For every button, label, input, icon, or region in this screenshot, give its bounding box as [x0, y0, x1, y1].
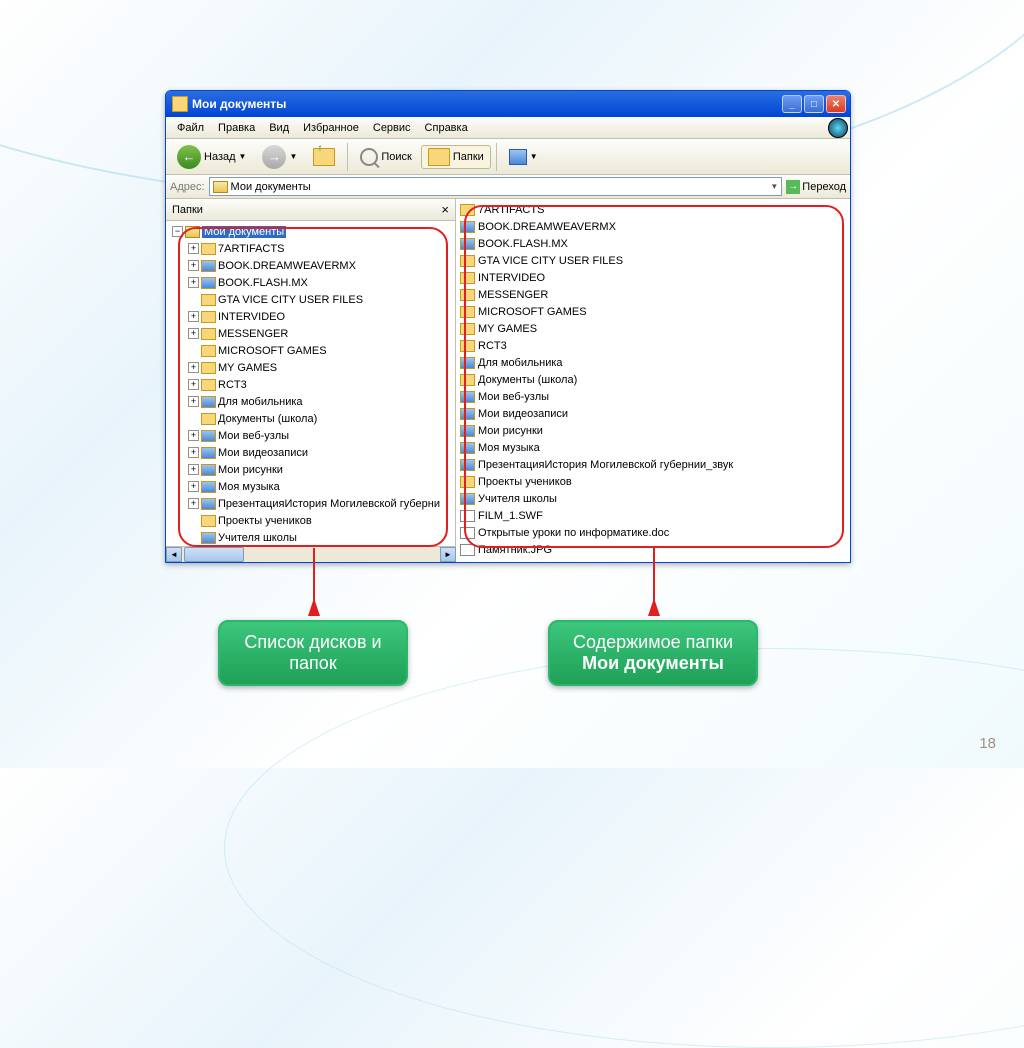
callout-right: Содержимое папки Мои документы — [548, 620, 758, 686]
dropdown-icon: ▼ — [530, 152, 538, 161]
separator — [496, 143, 497, 171]
callout-text: папок — [238, 653, 388, 674]
pane-header: Папки × — [166, 199, 455, 221]
folders-label: Папки — [453, 151, 484, 163]
menu-tools[interactable]: Сервис — [366, 119, 418, 137]
folder-icon — [428, 148, 450, 166]
menu-edit[interactable]: Правка — [211, 119, 262, 137]
horizontal-scrollbar[interactable]: ◄ ► — [166, 546, 456, 562]
annotation-border-left — [178, 227, 448, 547]
search-icon — [360, 148, 378, 166]
back-label: Назад — [204, 151, 236, 163]
addressbar: Адрес: Мои документы ▼ → Переход — [166, 175, 850, 199]
address-label: Адрес: — [170, 181, 205, 193]
toolbar: ← Назад ▼ → ▼ ↑ Поиск Папки ▼ — [166, 139, 850, 175]
minimize-button[interactable]: _ — [782, 95, 802, 113]
address-value: Мои документы — [231, 181, 311, 193]
decorative-curve — [224, 648, 1024, 1048]
views-button[interactable]: ▼ — [502, 146, 545, 168]
menu-help[interactable]: Справка — [418, 119, 475, 137]
go-button[interactable]: → Переход — [786, 180, 846, 194]
pane-close-button[interactable]: × — [441, 202, 449, 217]
maximize-button[interactable]: □ — [804, 95, 824, 113]
close-button[interactable]: ✕ — [826, 95, 846, 113]
menu-favorites[interactable]: Избранное — [296, 119, 366, 137]
back-arrow-icon: ← — [177, 145, 201, 169]
address-input[interactable]: Мои документы ▼ — [209, 177, 783, 196]
throbber-icon — [828, 118, 848, 138]
annotation-arrow-icon — [308, 598, 320, 616]
window-title: Мои документы — [192, 97, 286, 111]
callout-text: Содержимое папки — [568, 632, 738, 653]
callout-text: Мои документы — [568, 653, 738, 674]
dropdown-icon: ▼ — [239, 152, 247, 161]
page-number: 18 — [979, 735, 996, 752]
annotation-arrow-line — [313, 548, 315, 604]
menubar: Файл Правка Вид Избранное Сервис Справка — [166, 117, 850, 139]
dropdown-icon[interactable]: ▼ — [770, 182, 778, 191]
callout-text: Список дисков и — [238, 632, 388, 653]
forward-button[interactable]: → ▼ — [255, 142, 304, 172]
go-label: Переход — [802, 181, 846, 193]
menu-view[interactable]: Вид — [262, 119, 296, 137]
app-icon — [172, 96, 188, 112]
annotation-arrow-icon — [648, 598, 660, 616]
titlebar[interactable]: Мои документы _ □ ✕ — [166, 91, 850, 117]
scroll-thumb[interactable] — [184, 547, 244, 562]
back-button[interactable]: ← Назад ▼ — [170, 142, 253, 172]
forward-arrow-icon: → — [262, 145, 286, 169]
go-arrow-icon: → — [786, 180, 800, 194]
annotation-arrow-line — [653, 548, 655, 604]
dropdown-icon: ▼ — [289, 152, 297, 161]
up-button[interactable]: ↑ — [306, 145, 342, 169]
annotation-border-right — [464, 205, 844, 548]
mydocs-icon — [213, 181, 228, 193]
folders-button[interactable]: Папки — [421, 145, 491, 169]
pane-title: Папки — [172, 204, 203, 216]
up-folder-icon: ↑ — [313, 148, 335, 166]
search-label: Поиск — [381, 151, 411, 163]
callout-left: Список дисков и папок — [218, 620, 408, 686]
separator — [347, 143, 348, 171]
menu-file[interactable]: Файл — [170, 119, 211, 137]
scroll-left-button[interactable]: ◄ — [166, 547, 182, 562]
scroll-right-button[interactable]: ► — [440, 547, 456, 562]
search-button[interactable]: Поиск — [353, 145, 418, 169]
views-icon — [509, 149, 527, 165]
